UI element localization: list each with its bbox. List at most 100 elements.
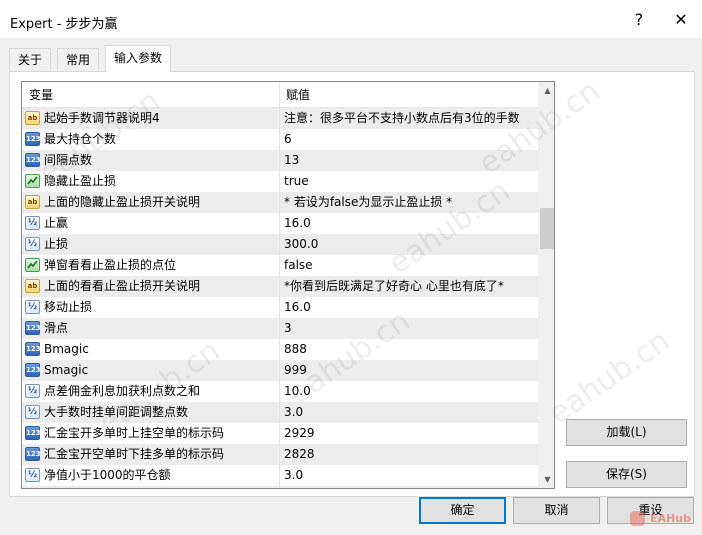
integer-icon: 123 — [25, 363, 41, 377]
grid-header: 变量 赋值 — [22, 82, 538, 108]
parameter-value[interactable]: 300.0 — [284, 234, 536, 255]
parameter-value[interactable]: * 若设为false为显示止盈止损 * — [284, 192, 536, 213]
parameter-name: 止损 — [44, 237, 69, 251]
table-row[interactable]: ½ 止赢 16.0 — [22, 213, 538, 234]
parameter-name: 起始手数调节器说明4 — [44, 111, 160, 125]
column-divider — [279, 444, 280, 465]
help-button[interactable]: ? — [626, 8, 652, 32]
header-variable[interactable]: 变量 — [22, 82, 280, 108]
parameter-value[interactable]: true — [284, 171, 536, 192]
table-row[interactable]: ½ 大手数时挂单间距调整点数 3.0 — [22, 402, 538, 423]
eahub-logo-icon — [630, 511, 645, 526]
column-divider — [279, 381, 280, 402]
table-row[interactable]: ½ 移动止损 16.0 — [22, 297, 538, 318]
parameter-name: 弹窗看看止盈止损的点位 — [44, 258, 177, 272]
column-divider — [279, 213, 280, 234]
title-bar: Expert - 步步为赢 ? ✕ — [0, 0, 702, 38]
table-row[interactable]: 123 滑点 3 — [22, 318, 538, 339]
table-row[interactable]: 123 间隔点数 13 — [22, 150, 538, 171]
parameter-value[interactable]: 3 — [284, 318, 536, 339]
parameter-value[interactable]: false — [284, 255, 536, 276]
save-button[interactable]: 保存(S) — [566, 461, 687, 488]
parameter-name: 汇金宝开空单时下挂多单的标示码 — [44, 447, 225, 461]
column-divider — [279, 171, 280, 192]
parameter-value[interactable]: *你看到后既满足了好奇心 心里也有底了* — [284, 276, 536, 297]
cancel-button[interactable]: 取消 — [513, 497, 600, 524]
column-divider — [279, 255, 280, 276]
parameter-value[interactable]: 16.0 — [284, 297, 536, 318]
parameter-value[interactable]: 6 — [284, 129, 536, 150]
table-row[interactable]: 123 汇金宝开多单时上挂空单的标示码 2929 — [22, 423, 538, 444]
column-divider — [279, 276, 280, 297]
tab-inputs[interactable]: 输入参数 — [105, 45, 172, 72]
integer-icon: 123 — [25, 132, 41, 146]
parameter-name: 止赢 — [44, 216, 69, 230]
eahub-logo: EAHub — [628, 508, 694, 530]
close-button[interactable]: ✕ — [668, 8, 694, 32]
table-row[interactable]: ½ — [22, 486, 538, 488]
parameter-name: 上面的隐藏止盈止损开关说明 — [44, 195, 201, 209]
vertical-scrollbar[interactable]: ▲ ▼ — [538, 82, 554, 488]
double-icon: ½ — [25, 405, 40, 419]
string-icon: ab — [25, 279, 40, 293]
integer-icon: 123 — [25, 321, 41, 335]
parameter-name: 净值小于1000的平仓额 — [44, 468, 171, 482]
ok-button[interactable]: 确定 — [419, 497, 506, 524]
table-row[interactable]: ½ 止损 300.0 — [22, 234, 538, 255]
table-row[interactable]: 隐藏止盈止损 true — [22, 171, 538, 192]
parameter-value[interactable]: 2929 — [284, 423, 536, 444]
table-row[interactable]: ½ 点差佣金利息加获利点数之和 10.0 — [22, 381, 538, 402]
table-row[interactable]: 123 汇金宝开空单时下挂多单的标示码 2828 — [22, 444, 538, 465]
column-divider — [279, 339, 280, 360]
window-title: Expert - 步步为赢 — [10, 17, 118, 32]
header-value[interactable]: 赋值 — [280, 82, 538, 108]
parameter-value[interactable]: 999 — [284, 360, 536, 381]
parameter-name: 滑点 — [44, 321, 69, 335]
parameter-value[interactable]: 888 — [284, 339, 536, 360]
tab-strip: 关于 常用 输入参数 — [0, 38, 702, 72]
parameter-name: 上面的看看止盈止损开关说明 — [44, 279, 201, 293]
table-row[interactable]: 弹窗看看止盈止损的点位 false — [22, 255, 538, 276]
column-divider — [279, 108, 280, 129]
integer-icon: 123 — [25, 447, 41, 461]
table-row[interactable]: ½ 净值小于1000的平仓额 3.0 — [22, 465, 538, 486]
parameter-value[interactable]: 13 — [284, 150, 536, 171]
parameter-value[interactable]: 3.0 — [284, 402, 536, 423]
column-divider — [279, 423, 280, 444]
parameter-value[interactable]: 16.0 — [284, 213, 536, 234]
parameter-name: 隐藏止盈止损 — [44, 174, 117, 188]
column-divider — [279, 465, 280, 486]
table-row[interactable]: 123 Smagic 999 — [22, 360, 538, 381]
table-row[interactable]: 123 Bmagic 888 — [22, 339, 538, 360]
tab-about[interactable]: 关于 — [9, 48, 52, 70]
tab-common[interactable]: 常用 — [57, 48, 100, 70]
parameter-value[interactable]: 2828 — [284, 444, 536, 465]
integer-icon: 123 — [25, 342, 41, 356]
table-row[interactable]: ab 上面的看看止盈止损开关说明 *你看到后既满足了好奇心 心里也有底了* — [22, 276, 538, 297]
parameter-name: 间隔点数 — [44, 153, 93, 167]
table-row[interactable]: 123 最大持仓个数 6 — [22, 129, 538, 150]
scroll-thumb[interactable] — [540, 208, 554, 249]
column-divider — [279, 234, 280, 255]
parameter-name: 汇金宝开多单时上挂空单的标示码 — [44, 426, 225, 440]
table-row[interactable]: ab 起始手数调节器说明4 注意：很多平台不支持小数点后有3位的手数 — [22, 108, 538, 129]
parameter-name: 大手数时挂单间距调整点数 — [44, 405, 189, 419]
parameter-name: 移动止损 — [44, 300, 93, 314]
parameter-value[interactable]: 3.0 — [284, 465, 536, 486]
column-divider — [279, 402, 280, 423]
table-row[interactable]: ab 上面的隐藏止盈止损开关说明 * 若设为false为显示止盈止损 * — [22, 192, 538, 213]
inputs-grid[interactable]: 变量 赋值 ab 起始手数调节器说明4 注意：很多平台不支持小数点后有3位的手数 12… — [21, 81, 555, 489]
parameter-value[interactable]: 10.0 — [284, 381, 536, 402]
double-icon: ½ — [25, 384, 40, 398]
parameter-name: Smagic — [44, 363, 89, 377]
double-icon: ½ — [25, 216, 40, 230]
scroll-up-arrow-icon[interactable]: ▲ — [539, 82, 554, 99]
parameter-value[interactable]: 注意：很多平台不支持小数点后有3位的手数 — [284, 108, 536, 129]
column-divider — [279, 150, 280, 171]
integer-icon: 123 — [25, 153, 41, 167]
parameter-value[interactable] — [284, 486, 536, 488]
parameter-name: 点差佣金利息加获利点数之和 — [44, 384, 201, 398]
string-icon: ab — [25, 195, 40, 209]
load-button[interactable]: 加载(L) — [566, 419, 687, 446]
scroll-down-arrow-icon[interactable]: ▼ — [539, 471, 554, 488]
